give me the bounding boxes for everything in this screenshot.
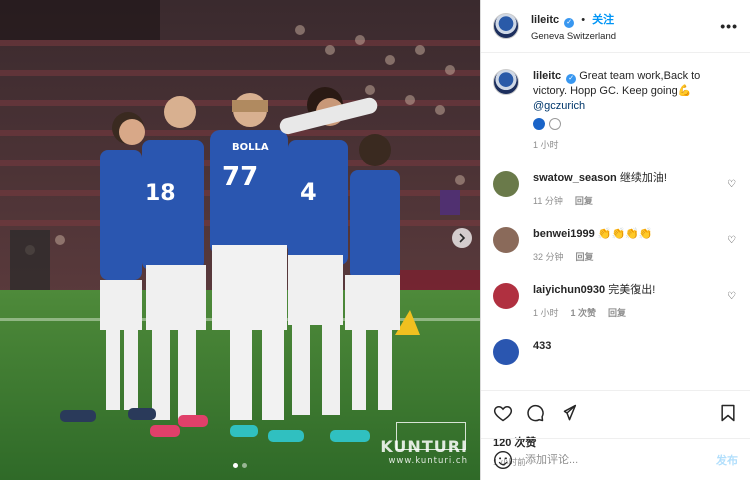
carousel-dot-active [233, 463, 238, 468]
comment-item: laiyichun0930 完美復出! 1 小时 1 次赞 回复 ♡ [493, 283, 738, 319]
reply-button[interactable]: 回复 [576, 250, 594, 263]
carousel-dot [242, 463, 247, 468]
add-comment-bar: 发布 [481, 438, 750, 480]
avatar[interactable] [493, 283, 519, 309]
carousel-indicator [0, 463, 480, 468]
follow-button[interactable]: 关注 [592, 14, 614, 26]
blue-circle-icon [533, 118, 545, 130]
comment-username[interactable]: swatow_season [533, 172, 617, 184]
like-comment-heart-icon[interactable]: ♡ [727, 179, 736, 190]
caption-mention[interactable]: @gczurich [533, 100, 585, 112]
share-icon[interactable] [557, 403, 577, 423]
avatar[interactable] [493, 69, 519, 95]
avatar[interactable] [493, 171, 519, 197]
more-options-icon[interactable]: ••• [720, 18, 738, 34]
comments-list: lileitc ✓ Great team work,Back to victor… [481, 53, 750, 390]
author-username[interactable]: lileitc [531, 14, 559, 26]
flexed-biceps-emoji: 💪 [677, 85, 692, 97]
chevron-right-icon [459, 233, 466, 243]
post-header: lileitc ✓ • 关注 Geneva Switzerland ••• [481, 0, 750, 53]
comment-likes[interactable]: 1 次赞 [571, 306, 597, 319]
comment-username[interactable]: benwei1999 [533, 228, 595, 240]
watermark-frame [396, 422, 466, 450]
comment-time: 32 分钟 [533, 252, 564, 262]
post-side-panel: lileitc ✓ • 关注 Geneva Switzerland ••• li… [480, 0, 750, 480]
post-location[interactable]: Geneva Switzerland [531, 31, 720, 42]
caption-time: 1 小时 [533, 140, 559, 150]
comment-text: 👏👏👏👏 [597, 228, 653, 240]
comment-item: benwei1999 👏👏👏👏 32 分钟 回复 ♡ [493, 227, 738, 263]
verified-badge-icon: ✓ [564, 17, 575, 28]
caption-username[interactable]: lileitc [533, 70, 561, 82]
comment-time: 11 分钟 [533, 196, 563, 206]
comment-item: swatow_season 继续加油! 11 分钟 回复 ♡ [493, 171, 738, 207]
comment-icon[interactable] [525, 403, 545, 423]
verified-badge-icon: ✓ [566, 74, 577, 84]
svg-text:77: 77 [222, 162, 258, 192]
caption-emoji-circles [533, 118, 722, 130]
svg-text:BOLLA: BOLLA [232, 142, 269, 153]
comment-time: 1 小时 [533, 308, 559, 318]
instagram-post-dialog: 4 18 BOLLA 77 KUNTURI www.kunturi.ch lil… [0, 0, 750, 480]
comment-username[interactable]: 433 [533, 340, 551, 352]
bookmark-icon[interactable] [718, 403, 738, 423]
avatar[interactable] [493, 227, 519, 253]
football-celebration-image: 4 18 BOLLA 77 [0, 0, 480, 480]
photographer-watermark: KUNTURI www.kunturi.ch [380, 422, 468, 466]
reply-button[interactable]: 回复 [575, 194, 593, 207]
next-image-button[interactable] [452, 228, 472, 248]
white-circle-icon [549, 118, 561, 130]
comment-username[interactable]: laiyichun0930 [533, 284, 605, 296]
heart-icon[interactable] [493, 403, 513, 423]
reply-button[interactable]: 回复 [608, 306, 626, 319]
like-comment-heart-icon[interactable]: ♡ [727, 291, 736, 302]
post-comment-button[interactable]: 发布 [716, 452, 738, 468]
avatar[interactable] [493, 339, 519, 365]
emoji-icon[interactable] [493, 450, 513, 470]
comment-text: 完美復出! [608, 284, 656, 296]
comment-input[interactable] [525, 453, 716, 466]
svg-text:4: 4 [300, 178, 317, 206]
comment-text: 继续加油! [619, 172, 667, 184]
like-comment-heart-icon[interactable]: ♡ [727, 235, 736, 246]
svg-text:18: 18 [145, 181, 176, 206]
caption: lileitc ✓ Great team work,Back to victor… [493, 69, 738, 151]
post-photo[interactable]: 4 18 BOLLA 77 KUNTURI www.kunturi.ch [0, 0, 480, 480]
comment-item-partial: 433 [493, 339, 738, 365]
avatar[interactable] [493, 13, 519, 39]
